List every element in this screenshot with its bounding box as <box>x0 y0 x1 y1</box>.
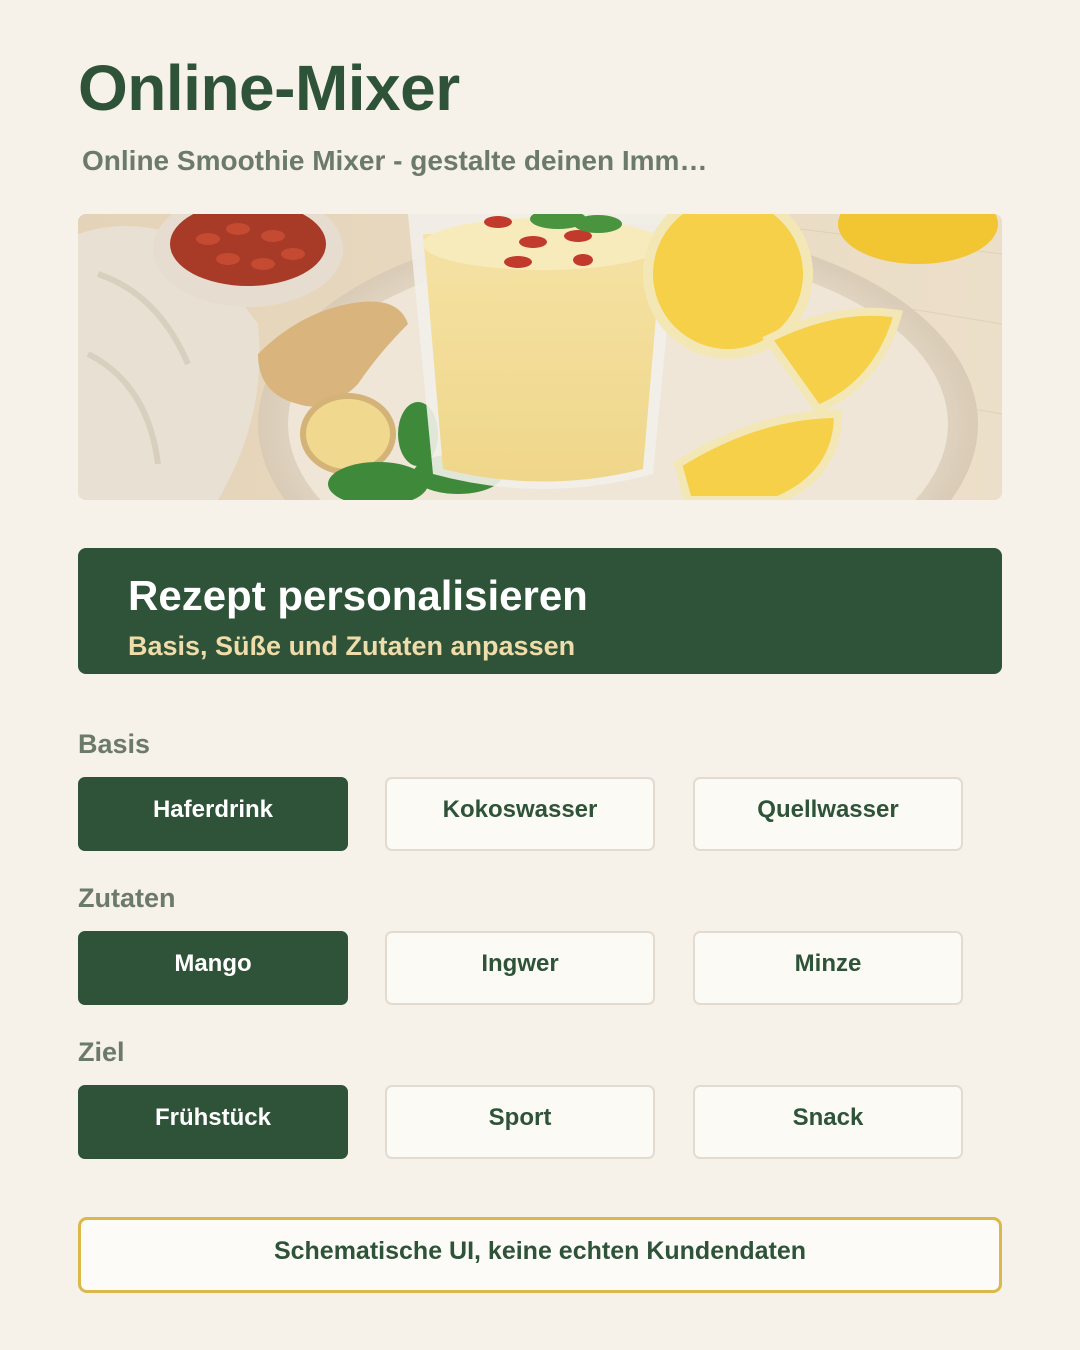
option-sport[interactable]: Sport <box>385 1085 655 1159</box>
smoothie-photo <box>78 214 1002 500</box>
option-label: Haferdrink <box>152 796 274 823</box>
group-label-basis: Basis <box>78 729 151 759</box>
page-title: Online-Mixer <box>78 52 460 124</box>
option-snack[interactable]: Snack <box>693 1085 963 1159</box>
group-label-zutaten: Zutaten <box>78 883 176 913</box>
option-label: Quellwasser <box>757 796 899 823</box>
personalize-banner: Rezept personalisieren Basis, Süße und Z… <box>78 548 1002 674</box>
banner-subtitle: Basis, Süße und Zutaten anpassen <box>128 631 576 661</box>
option-label: Kokoswasser <box>442 796 598 823</box>
option-mango[interactable]: Mango <box>78 931 348 1005</box>
group-label-ziel: Ziel <box>78 1037 125 1067</box>
option-ingwer[interactable]: Ingwer <box>385 931 655 1005</box>
option-label: Frühstück <box>154 1104 271 1131</box>
option-label: Snack <box>792 1104 864 1131</box>
option-label: Minze <box>794 950 862 977</box>
option-label: Mango <box>174 950 252 977</box>
option-label: Sport <box>488 1104 552 1131</box>
option-haferdrink[interactable]: Haferdrink <box>78 777 348 851</box>
disclaimer-notice: Schematische UI, keine echten Kundendate… <box>78 1217 1002 1293</box>
option-fruehstueck[interactable]: Frühstück <box>78 1085 348 1159</box>
option-quellwasser[interactable]: Quellwasser <box>693 777 963 851</box>
disclaimer-text: Schematische UI, keine echten Kundendate… <box>273 1236 807 1265</box>
option-minze[interactable]: Minze <box>693 931 963 1005</box>
banner-title: Rezept personalisieren <box>128 572 588 619</box>
option-kokoswasser[interactable]: Kokoswasser <box>385 777 655 851</box>
option-label: Ingwer <box>481 950 559 977</box>
page-subtitle: Online Smoothie Mixer - gestalte deinen … <box>82 145 708 176</box>
